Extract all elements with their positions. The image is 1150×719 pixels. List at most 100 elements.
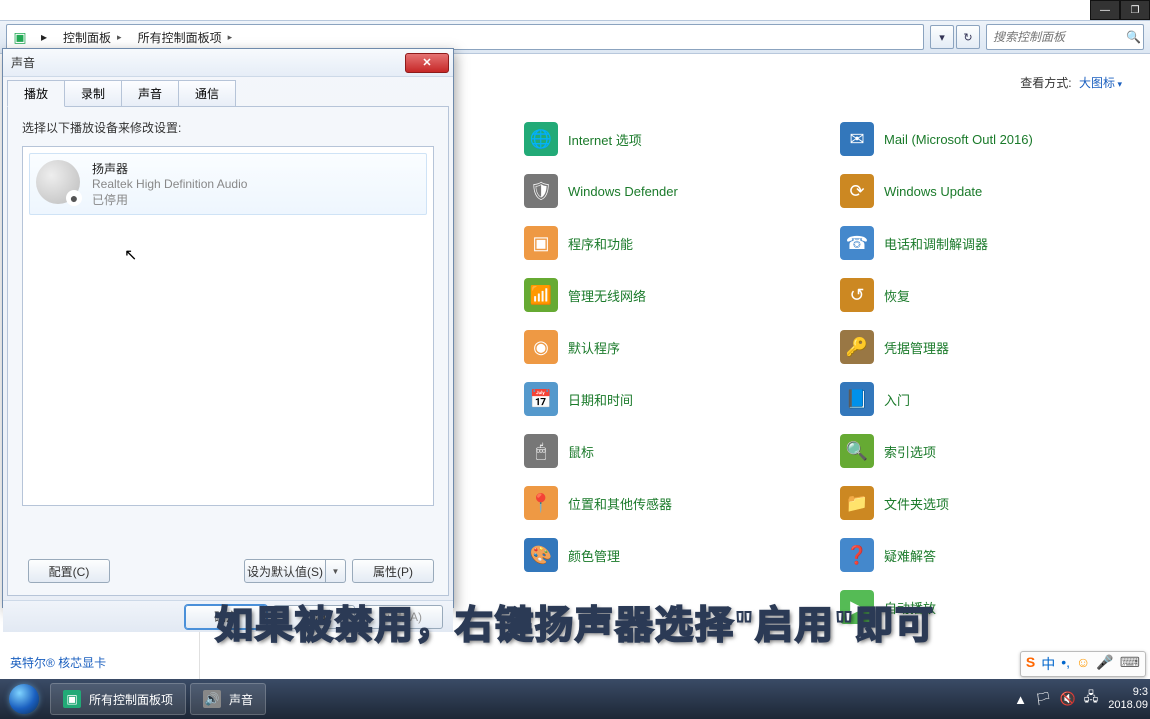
cp-item-icon: 🖱 — [524, 434, 558, 468]
ime-emoji-icon[interactable]: ☺ — [1076, 654, 1090, 674]
cp-item-icon: 🛡 — [524, 174, 558, 208]
ime-punct-icon[interactable]: •, — [1061, 654, 1070, 674]
tray-volume-icon[interactable]: 🔇 — [1060, 691, 1076, 707]
cp-item-icon: 🎨 — [524, 538, 558, 572]
cp-item-1[interactable]: 🌐 Internet 选项 — [524, 122, 826, 156]
search-input[interactable] — [987, 30, 1124, 44]
breadcrumb-2[interactable]: 所有控制面板项▸ — [130, 25, 241, 49]
cp-item-10[interactable]: 📶 管理无线网络 — [524, 278, 826, 312]
cp-item-29[interactable]: ▶自动播放 — [840, 590, 1142, 624]
cp-item-label: 颜色管理 — [568, 546, 620, 565]
tab-声音[interactable]: 声音 — [121, 80, 179, 107]
sidebar-intel-link[interactable]: 英特尔® 核芯显卡 — [10, 654, 106, 671]
cp-item-14[interactable]: 🔑凭据管理器 — [840, 330, 1142, 364]
cp-item-icon: ❓ — [840, 538, 874, 572]
view-mode: 查看方式: 大图标 — [1020, 74, 1122, 91]
cp-item-20[interactable]: 🔍索引选项 — [840, 434, 1142, 468]
ime-logo-icon[interactable]: S — [1026, 654, 1035, 674]
cp-item-icon: 📶 — [524, 278, 558, 312]
cp-item-icon: 📍 — [524, 486, 558, 520]
device-status: 已停用 — [92, 191, 247, 208]
cancel-button[interactable]: 取消 — [273, 605, 355, 629]
cp-item-icon: 📅 — [524, 382, 558, 416]
cp-item-label: 位置和其他传感器 — [568, 494, 672, 513]
cp-item-icon: ⟳ — [840, 174, 874, 208]
device-item-speaker[interactable]: 扬声器 Realtek High Definition Audio 已停用 — [29, 153, 427, 215]
start-button[interactable] — [0, 679, 48, 719]
device-list[interactable]: 扬声器 Realtek High Definition Audio 已停用 — [22, 146, 434, 506]
cp-item-label: Internet 选项 — [568, 130, 642, 149]
cp-item-icon: 📘 — [840, 382, 874, 416]
set-default-button[interactable]: 设为默认值(S) — [244, 559, 326, 583]
cp-item-label: Mail (Microsoft Outl 2016) — [884, 132, 1033, 147]
sound-taskbar-icon: 🔊 — [203, 690, 221, 708]
breadcrumb-root[interactable]: ▸ — [33, 25, 55, 49]
control-panel-taskbar-icon: ▣ — [63, 690, 81, 708]
speaker-icon — [36, 160, 80, 204]
cp-item-label: 恢复 — [884, 286, 910, 305]
cp-item-icon: ▶ — [840, 590, 874, 624]
cp-item-icon: 🌐 — [524, 122, 558, 156]
cp-item-label: Windows Defender — [568, 184, 678, 199]
ime-keyboard-icon[interactable]: ⌨ — [1120, 654, 1140, 674]
cp-item-26[interactable]: ❓ 疑难解答 — [840, 538, 1142, 572]
cp-item-2[interactable]: ✉ Mail (Microsoft Outl 2016) — [840, 122, 1142, 156]
ime-lang-icon[interactable]: 中 — [1041, 654, 1055, 674]
tray-flag-icon[interactable]: 🏳 — [1035, 691, 1052, 707]
taskbar: ▣ 所有控制面板项 🔊 声音 ▲ 🏳 🔇 🖧 9:3 2018.09 — [0, 679, 1150, 719]
tray-clock[interactable]: 9:3 2018.09 — [1108, 686, 1148, 711]
taskbar-item-control-panel[interactable]: ▣ 所有控制面板项 — [50, 683, 186, 715]
tab-录制[interactable]: 录制 — [64, 80, 122, 107]
ok-button[interactable]: 确定 — [185, 605, 267, 629]
window-min-button[interactable]: — — [1090, 0, 1120, 20]
search-box[interactable]: 🔍 — [986, 24, 1144, 50]
ime-voice-icon[interactable]: 🎤 — [1096, 654, 1113, 674]
cp-item-11[interactable]: ↺ 恢复 — [840, 278, 1142, 312]
cp-item-icon: ✉ — [840, 122, 874, 156]
taskbar-item-sound[interactable]: 🔊 声音 — [190, 683, 266, 715]
tray-network-icon[interactable]: 🖧 — [1084, 688, 1099, 710]
cp-item-25[interactable]: 🎨 颜色管理 — [524, 538, 826, 572]
set-default-dropdown[interactable]: ▼ — [326, 559, 346, 583]
cp-item-5[interactable]: ⟳ Windows Update — [840, 174, 1142, 208]
cp-item-label: 索引选项 — [884, 442, 936, 461]
cp-item-label: 凭据管理器 — [884, 338, 949, 357]
cp-item-8[interactable]: ☎电话和调制解调器 — [840, 226, 1142, 260]
ime-bar[interactable]: S 中 •, ☺ 🎤 ⌨ — [1020, 651, 1146, 677]
cp-item-16[interactable]: 📅 日期和时间 — [524, 382, 826, 416]
cp-item-label: 管理无线网络 — [568, 286, 646, 305]
cp-item-4[interactable]: 🛡 Windows Defender — [524, 174, 826, 208]
cp-item-7[interactable]: ▣程序和功能 — [524, 226, 826, 260]
breadcrumb-1[interactable]: 控制面板▸ — [55, 25, 130, 49]
cp-item-19[interactable]: 🖱鼠标 — [524, 434, 826, 468]
sound-dialog: 声音 ✕ 播放录制声音通信 选择以下播放设备来修改设置: 扬声器 Realtek… — [2, 48, 454, 608]
properties-button[interactable]: 属性(P) — [352, 559, 434, 583]
window-max-button[interactable]: ❐ — [1120, 0, 1150, 20]
cp-item-icon: 📁 — [840, 486, 874, 520]
device-name: 扬声器 — [92, 160, 247, 177]
tab-播放[interactable]: 播放 — [7, 80, 65, 107]
tab-通信[interactable]: 通信 — [178, 80, 236, 107]
cp-item-label: 日期和时间 — [568, 390, 633, 409]
apply-button[interactable]: 应用(A) — [361, 605, 443, 629]
system-tray[interactable]: ▲ 🏳 🔇 🖧 9:3 2018.09 — [1010, 686, 1150, 711]
cp-item-label: 文件夹选项 — [884, 494, 949, 513]
cp-item-label: 程序和功能 — [568, 234, 633, 253]
dialog-close-button[interactable]: ✕ — [405, 53, 449, 73]
cp-item-label: Windows Update — [884, 184, 982, 199]
breadcrumb-dropdown-button[interactable]: ▾ — [930, 25, 954, 49]
cp-item-13[interactable]: ◉默认程序 — [524, 330, 826, 364]
tray-up-icon[interactable]: ▲ — [1014, 692, 1027, 707]
cp-item-17[interactable]: 📘入门 — [840, 382, 1142, 416]
cp-item-23[interactable]: 📁 文件夹选项 — [840, 486, 1142, 520]
cp-item-22[interactable]: 📍 位置和其他传感器 — [524, 486, 826, 520]
cp-item-label: 疑难解答 — [884, 546, 936, 565]
view-mode-dropdown[interactable]: 大图标 — [1079, 76, 1122, 90]
device-desc: Realtek High Definition Audio — [92, 177, 247, 191]
cp-item-icon: ↺ — [840, 278, 874, 312]
cp-item-icon: ◉ — [524, 330, 558, 364]
breadcrumb-bar[interactable]: ▣ ▸ 控制面板▸ 所有控制面板项▸ — [6, 24, 924, 50]
search-icon[interactable]: 🔍 — [1124, 30, 1143, 44]
refresh-button[interactable]: ↻ — [956, 25, 980, 49]
configure-button[interactable]: 配置(C) — [28, 559, 110, 583]
